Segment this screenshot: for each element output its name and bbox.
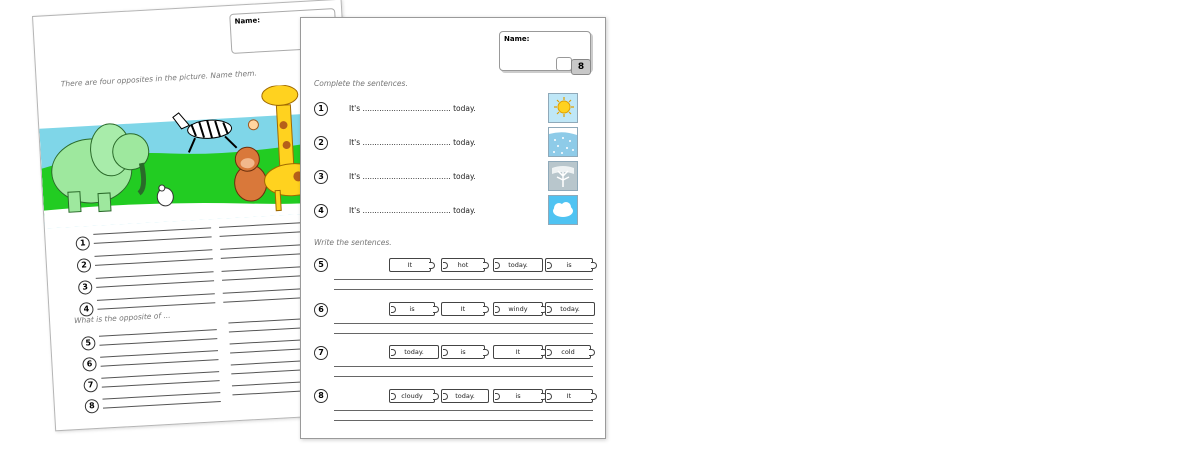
sentence-text: It's ...................................… (349, 104, 476, 113)
answer-line (100, 350, 218, 358)
word-piece[interactable]: today. (493, 258, 543, 272)
answer-line (101, 380, 220, 388)
word-piece[interactable]: today. (389, 345, 439, 359)
word-piece[interactable]: is (493, 389, 547, 403)
question-number: 5 (80, 335, 96, 351)
front-worksheet: Name: 8 Complete the sentences. 1 It's .… (300, 17, 606, 439)
question-number: 6 (314, 303, 328, 317)
answer-line (102, 401, 221, 409)
page-number-badge: 8 (571, 59, 591, 75)
sun-icon (548, 93, 578, 123)
question-number: 1 (314, 102, 328, 116)
answer-line (98, 329, 217, 337)
answer-line (94, 258, 213, 266)
answer-line (93, 227, 212, 235)
word-piece-label: It (515, 348, 521, 356)
question-number: 8 (84, 398, 100, 414)
question-number: 6 (82, 356, 97, 372)
question-number: 5 (314, 258, 328, 272)
question-number: 7 (314, 346, 328, 360)
question-number: 2 (76, 258, 92, 273)
name-label: Name: (234, 16, 261, 26)
sentence-text: It's ...................................… (349, 206, 476, 215)
word-piece-label: is (460, 348, 466, 356)
word-piece-label: is (409, 305, 415, 313)
answer-line (96, 280, 215, 288)
answer-line (334, 333, 593, 334)
word-piece-label: windy (508, 305, 528, 313)
answer-line (334, 376, 593, 377)
answer-line (334, 410, 593, 411)
word-piece-label: cloudy (401, 392, 423, 400)
answer-line (97, 302, 216, 310)
name-label: Name: (504, 35, 530, 43)
word-piece[interactable]: windy (493, 302, 547, 316)
answer-line (334, 366, 593, 367)
word-piece-label: today. (560, 305, 580, 313)
snail-icon (247, 119, 259, 131)
answer-line (96, 293, 215, 301)
word-piece-label: today. (455, 392, 475, 400)
question-number: 8 (314, 389, 328, 403)
word-piece[interactable]: hot (441, 258, 489, 272)
word-piece[interactable]: It (441, 302, 489, 316)
word-piece-label: is (515, 392, 521, 400)
snow-icon (548, 127, 578, 157)
name-box-tab (556, 57, 572, 71)
wind-icon (548, 161, 578, 191)
word-piece-label: It (407, 261, 413, 269)
word-piece[interactable]: today. (545, 302, 595, 316)
answer-line (93, 236, 212, 244)
answer-line (95, 271, 214, 279)
question-number: 3 (314, 170, 328, 184)
answer-line (102, 392, 221, 400)
answer-line (101, 371, 220, 379)
sentence-text: It's ...................................… (349, 138, 476, 147)
word-piece[interactable]: It (389, 258, 435, 272)
word-piece[interactable]: It (545, 389, 597, 403)
answer-line (334, 279, 593, 280)
word-piece[interactable]: today. (441, 389, 489, 403)
question-number: 1 (75, 236, 91, 251)
word-piece[interactable]: cold (545, 345, 595, 359)
word-piece[interactable]: is (389, 302, 439, 316)
instruction-complete: Complete the sentences. (314, 79, 408, 88)
answer-line (94, 249, 213, 257)
word-piece-label: today. (404, 348, 424, 356)
question-number: 7 (83, 377, 99, 393)
answer-line (100, 359, 219, 367)
word-piece-label: is (566, 261, 572, 269)
cloud-icon (548, 195, 578, 225)
word-piece[interactable]: is (545, 258, 597, 272)
answer-line (334, 289, 593, 290)
word-piece[interactable]: It (493, 345, 547, 359)
word-piece[interactable]: is (441, 345, 489, 359)
word-piece-label: hot (457, 261, 469, 269)
answer-line (99, 338, 218, 346)
word-piece[interactable]: cloudy (389, 389, 439, 403)
question-number: 2 (314, 136, 328, 150)
question-number: 4 (314, 204, 328, 218)
sentence-text: It's ...................................… (349, 172, 476, 181)
question-number: 3 (77, 280, 93, 295)
word-piece-label: It (460, 305, 466, 313)
instruction-write: Write the sentences. (314, 238, 392, 247)
instruction-opposites: There are four opposites in the picture.… (60, 68, 258, 89)
word-piece-label: today. (508, 261, 528, 269)
answer-line (334, 420, 593, 421)
word-piece-label: cold (561, 348, 575, 356)
word-piece-label: It (566, 392, 572, 400)
answer-line (334, 323, 593, 324)
